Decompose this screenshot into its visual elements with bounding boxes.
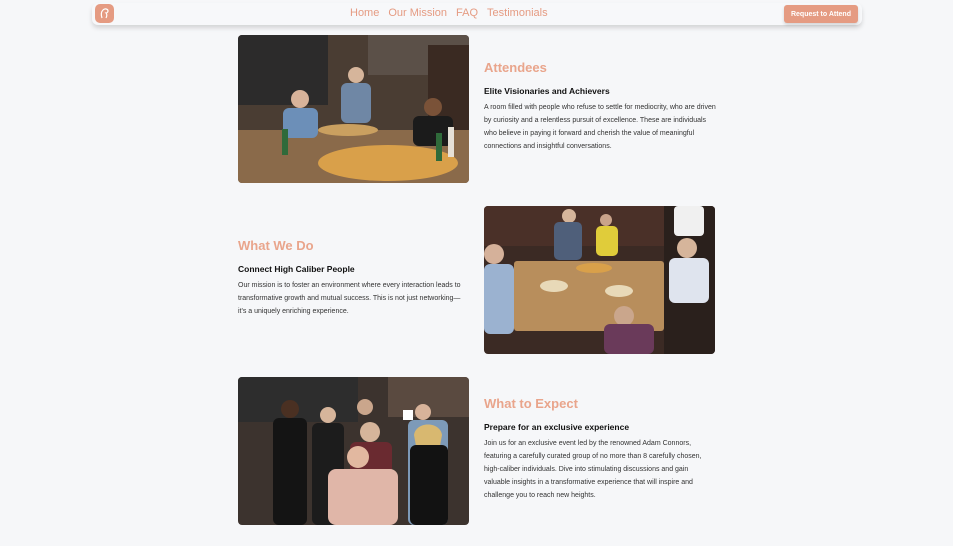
section-subtitle-what-to-expect: Prepare for an exclusive experience [484,422,630,432]
group-dinner-photo [238,35,469,183]
nav-link-home[interactable]: Home [350,7,379,19]
horse-head-logo-icon[interactable] [95,4,114,23]
section-subtitle-what-we-do: Connect High Caliber People [238,264,355,274]
top-navbar: Home Our Mission FAQ Testimonials Reques… [92,3,862,25]
section-body-what-we-do: Our mission is to foster an environment … [238,282,461,315]
nav-link-faq[interactable]: FAQ [456,7,478,19]
group-portrait-photo [238,377,469,525]
request-to-attend-button[interactable]: Request to Attend [783,5,858,23]
section-body-attendees: A room filled with people who refuse to … [484,104,716,150]
nav-links: Home Our Mission FAQ Testimonials [350,7,557,19]
nav-link-testimonials[interactable]: Testimonials [487,7,548,19]
section-title-what-to-expect: What to Expect [484,396,578,411]
section-title-attendees: Attendees [484,60,547,75]
nav-link-our-mission[interactable]: Our Mission [388,7,447,19]
section-body-what-to-expect: Join us for an exclusive event led by th… [484,440,702,499]
section-subtitle-attendees: Elite Visionaries and Achievers [484,86,610,96]
roundtable-discussion-photo [484,206,715,354]
section-title-what-we-do: What We Do [238,238,314,253]
